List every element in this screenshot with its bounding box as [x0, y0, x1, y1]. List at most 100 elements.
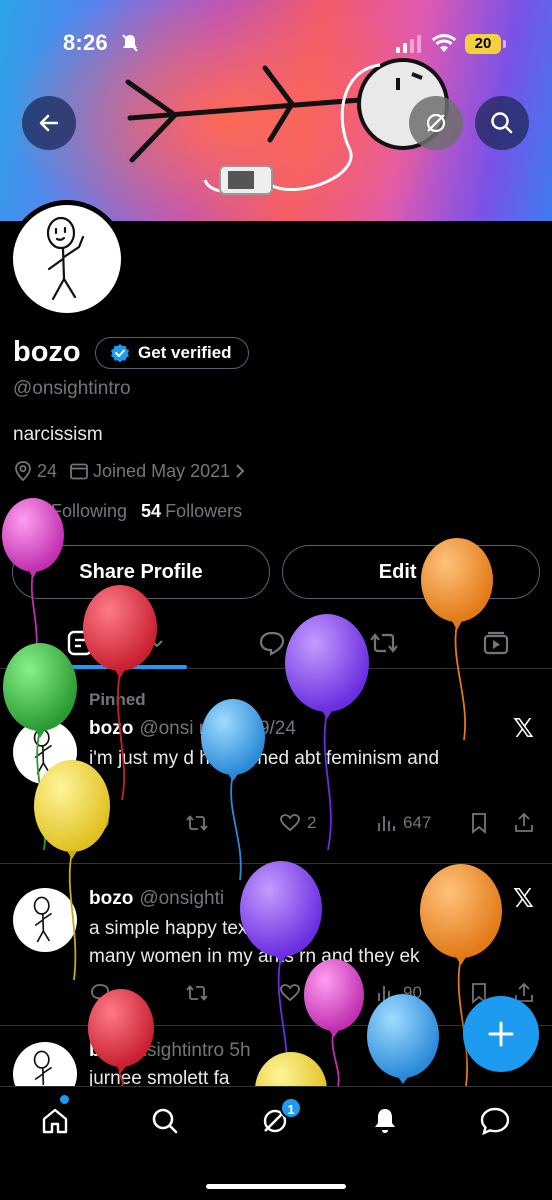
repost-icon — [186, 815, 208, 831]
video-media-icon — [483, 631, 509, 655]
profile-tabs — [0, 615, 552, 669]
home-unread-dot — [60, 1095, 69, 1104]
clock: 8:26 — [63, 30, 108, 55]
sync-off-button[interactable] — [409, 96, 463, 150]
profile-avatar[interactable] — [8, 200, 126, 318]
chat-bubble-icon — [480, 1107, 510, 1136]
get-verified-button[interactable]: Get verified — [95, 337, 249, 369]
back-button[interactable] — [22, 96, 76, 150]
search-icon — [491, 112, 513, 134]
pinned-label: Pinned — [89, 690, 146, 709]
bookmark-icon — [472, 813, 486, 834]
post-header: b @onsightintro 5h — [89, 1040, 251, 1062]
post-text-line2: t — [89, 776, 95, 797]
bookmark-button[interactable] — [469, 812, 489, 834]
post-handle-date: @onsightintro 5h — [106, 1040, 251, 1061]
profile-bio: narcissism — [13, 424, 103, 445]
location-pin-icon — [15, 461, 31, 482]
repost-icon — [370, 633, 398, 653]
profile-meta: 24 Joined May 2021 — [13, 460, 258, 482]
edit-profile-button[interactable]: Edit Pr — [282, 545, 540, 599]
chevron-right-icon — [236, 464, 245, 478]
post-avatar[interactable] — [13, 888, 77, 952]
like-count: 2 — [307, 813, 317, 832]
stickman-avatar-image — [33, 896, 53, 943]
plus-icon — [488, 1021, 514, 1047]
bottom-navigation — [0, 1086, 552, 1200]
following-link[interactable]: Following — [13, 501, 127, 522]
followers-link[interactable]: 54 Followers — [141, 501, 242, 522]
post-avatar[interactable] — [13, 1042, 77, 1086]
bell-icon — [375, 1109, 395, 1133]
cellular-signal-icon — [396, 35, 421, 53]
reply-icon — [91, 984, 109, 1003]
posts-tab-icon — [67, 630, 92, 656]
like-button[interactable] — [279, 982, 301, 1004]
analytics-icon — [378, 986, 395, 1001]
verified-badge-icon — [111, 344, 129, 363]
tab-posts[interactable] — [44, 621, 187, 665]
compose-post-button[interactable] — [463, 996, 539, 1072]
tab-reposts[interactable] — [362, 621, 406, 665]
post-author: bozo — [89, 718, 134, 739]
reply-button[interactable] — [89, 982, 111, 1004]
post-header: bozo @onsi ro · 4/29/24 — [89, 718, 296, 740]
post-header: bozo @onsighti — [89, 888, 224, 910]
views-button[interactable]: 647 — [375, 812, 431, 834]
joined-item[interactable]: Joined May 2021 — [69, 461, 246, 482]
stickman-avatar-image — [33, 1050, 53, 1086]
tab-replies[interactable] — [250, 621, 294, 665]
post-item[interactable]: bozo @onsighti 𝕏 a simple happy text woul… — [0, 864, 552, 1026]
stickman-avatar-image — [33, 728, 53, 775]
share-profile-button[interactable]: Share Profile — [12, 545, 270, 599]
repost-button[interactable] — [185, 982, 209, 1004]
followers-count: 54 — [141, 501, 162, 521]
reply-icon — [91, 814, 109, 833]
sync-off-icon — [426, 113, 446, 133]
post-item[interactable]: Pinned bozo @onsi ro · 4/29/24 𝕏 i'm just… — [0, 670, 552, 864]
nav-home[interactable] — [25, 1101, 85, 1141]
profile-handle: @onsightintro — [13, 378, 131, 399]
post-actions: 2 647 — [89, 812, 541, 838]
search-button[interactable] — [475, 96, 529, 150]
reply-button[interactable] — [89, 812, 111, 834]
like-button[interactable]: 2 — [279, 812, 316, 834]
reply-bubble-icon — [259, 631, 285, 656]
share-icon — [515, 812, 533, 832]
x-logo-icon: 𝕏 — [513, 714, 534, 744]
post-handle-date: @onsighti — [139, 888, 225, 909]
nav-search[interactable] — [135, 1101, 195, 1141]
battery-indicator: 20 — [465, 34, 506, 54]
share-button[interactable] — [513, 812, 535, 834]
calendar-icon — [70, 463, 88, 480]
post-actions: 90 — [89, 982, 541, 1008]
heart-icon — [280, 814, 300, 832]
messages-badge: 1 — [280, 1097, 302, 1119]
views-button[interactable]: 90 — [375, 982, 422, 1004]
get-verified-label: Get verified — [138, 343, 232, 362]
pin-icon — [60, 692, 72, 709]
display-name: bozo — [13, 336, 81, 368]
follow-stats: Following 54 Followers — [13, 501, 242, 522]
view-count: 90 — [403, 983, 422, 1002]
bell-slash-icon — [122, 34, 138, 52]
home-indicator — [206, 1184, 346, 1189]
profile-banner[interactable]: 8:26 20 — [0, 0, 552, 221]
active-tab-indicator — [44, 665, 187, 669]
wifi-icon — [432, 34, 456, 52]
location-item: 24 — [13, 460, 57, 482]
post-text: a simple happy text woul — [89, 918, 298, 939]
post-avatar[interactable] — [13, 720, 77, 784]
arrow-left-icon — [39, 114, 59, 132]
post-author: b — [89, 1040, 101, 1061]
stickman-avatar-image — [46, 216, 85, 301]
location-text: 24 — [37, 460, 58, 481]
repost-button[interactable] — [185, 812, 209, 834]
view-count: 647 — [403, 813, 432, 832]
post-text: jurnee smolett fa — [89, 1068, 230, 1086]
nav-notifications[interactable] — [355, 1101, 415, 1141]
post-handle-date: @onsi ro · 4/29/24 — [139, 718, 296, 739]
status-bar: 8:26 20 — [0, 0, 552, 90]
tab-media[interactable] — [474, 621, 518, 665]
nav-messages[interactable] — [465, 1101, 525, 1141]
